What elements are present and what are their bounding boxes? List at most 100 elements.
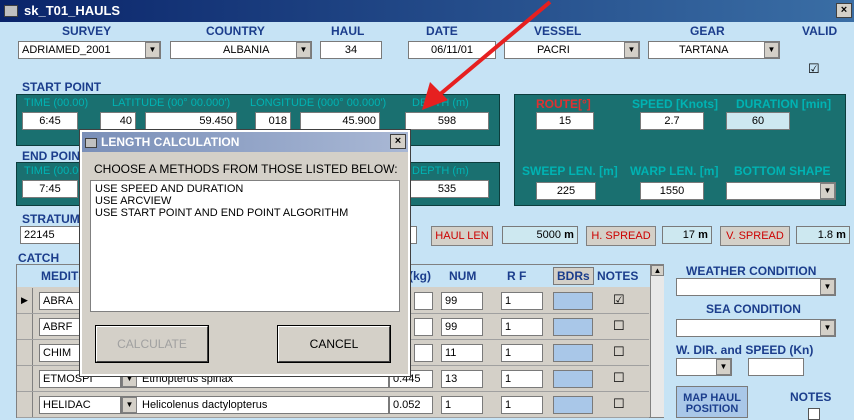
notes-checkbox[interactable]: ☐ xyxy=(613,318,625,334)
gear-select[interactable]: TARTANA ▼ xyxy=(648,41,780,59)
duration-input[interactable]: 60 xyxy=(726,112,790,130)
row-selector[interactable] xyxy=(17,340,33,365)
chevron-down-icon[interactable]: ▼ xyxy=(764,42,779,58)
rf-input[interactable]: 1 xyxy=(501,318,543,336)
medits-code[interactable]: HELIDAC xyxy=(39,396,121,414)
num-input[interactable]: 11 xyxy=(441,344,483,362)
survey-label: SURVEY xyxy=(62,24,112,38)
chevron-down-icon[interactable]: ▼ xyxy=(716,359,731,375)
table-row[interactable]: HELIDAC Helicolenus dactylopterus ▼ 0.052 1 1… xyxy=(17,392,649,418)
method-option[interactable]: USE SPEED AND DURATION xyxy=(95,183,395,195)
bdrs-button[interactable] xyxy=(553,370,593,388)
notes-label: NOTES xyxy=(790,390,832,404)
v-spread-value: 1.8 xyxy=(817,229,833,241)
num-input[interactable]: 99 xyxy=(441,318,483,336)
sweep-input[interactable]: 225 xyxy=(536,182,596,200)
chevron-down-icon[interactable]: ▼ xyxy=(820,320,835,336)
species-name[interactable]: Helicolenus dactylopterus ▼ xyxy=(121,396,389,414)
start-lat-label: LATITUDE (00° 00.000') xyxy=(112,97,231,109)
col-bdrs[interactable]: BDRs xyxy=(553,267,594,285)
start-lat-min-input[interactable]: 59.450 xyxy=(145,112,237,130)
chevron-down-icon[interactable]: ▼ xyxy=(296,42,311,58)
bdrs-button[interactable] xyxy=(553,292,593,310)
h-spread-display: 17 m xyxy=(662,226,712,244)
weight-input[interactable] xyxy=(414,344,433,362)
sweep-label: SWEEP LEN. [m] xyxy=(522,164,618,178)
rf-input[interactable]: 1 xyxy=(501,370,543,388)
weight-input[interactable] xyxy=(414,318,433,336)
start-lon-deg-input[interactable]: 018 xyxy=(255,112,291,130)
weather-select[interactable]: ▼ xyxy=(676,278,836,296)
cancel-button[interactable]: CANCEL xyxy=(277,325,391,363)
end-depth-label: DEPTH (m) xyxy=(412,165,469,177)
bdrs-button[interactable] xyxy=(553,318,593,336)
wind-dir-select[interactable]: ▼ xyxy=(676,358,732,376)
chevron-down-icon[interactable]: ▼ xyxy=(820,279,835,295)
country-label: COUNTRY xyxy=(206,24,265,38)
red-arrow-annotation xyxy=(422,0,552,110)
end-time-label: TIME (00.00) xyxy=(24,165,89,177)
h-spread-button[interactable]: H. SPREAD xyxy=(586,226,656,246)
notes-checkbox[interactable]: ☑ xyxy=(613,292,625,308)
end-depth-input[interactable]: 535 xyxy=(405,180,489,198)
num-input[interactable]: 1 xyxy=(441,396,483,414)
bottom-shape-select[interactable]: ▼ xyxy=(726,182,836,200)
haul-len-button[interactable]: HAUL LEN xyxy=(431,226,493,246)
weight-input[interactable] xyxy=(414,292,433,310)
row-selector[interactable] xyxy=(17,314,33,339)
chevron-down-icon[interactable]: ▼ xyxy=(145,42,160,58)
rf-input[interactable]: 1 xyxy=(501,344,543,362)
country-select[interactable]: ALBANIA ▼ xyxy=(170,41,312,59)
weight-input[interactable]: 0.052 xyxy=(389,396,433,414)
method-listbox[interactable]: USE SPEED AND DURATION USE ARCVIEW USE S… xyxy=(90,180,400,312)
end-time-input[interactable]: 7:45 xyxy=(22,180,78,198)
bottom-shape-label: BOTTOM SHAPE xyxy=(734,164,831,178)
scroll-up-icon[interactable]: ▲ xyxy=(651,265,664,276)
survey-value: ADRIAMED_2001 xyxy=(22,44,111,56)
stratum-label: STRATUM xyxy=(22,212,80,226)
chevron-down-icon[interactable]: ▼ xyxy=(624,42,639,58)
country-value: ALBANIA xyxy=(223,44,270,56)
row-selector[interactable] xyxy=(17,366,33,391)
speed-input[interactable]: 2.7 xyxy=(640,112,704,130)
row-selector[interactable]: ▶ xyxy=(17,288,33,313)
row-selector[interactable] xyxy=(17,392,33,417)
valid-checkbox[interactable]: ☑ xyxy=(808,61,820,77)
sea-select[interactable]: ▼ xyxy=(676,319,836,337)
chevron-down-icon[interactable]: ▼ xyxy=(122,397,137,413)
notes-checkbox[interactable]: ☐ xyxy=(613,396,625,412)
col-num: NUM xyxy=(449,269,477,283)
bdrs-button[interactable] xyxy=(553,344,593,362)
warp-input[interactable]: 1550 xyxy=(640,182,704,200)
haul-input[interactable]: 34 xyxy=(320,41,382,59)
rf-input[interactable]: 1 xyxy=(501,292,543,310)
calculate-button[interactable]: CALCULATE xyxy=(95,325,209,363)
num-input[interactable]: 13 xyxy=(441,370,483,388)
map-haul-position-button[interactable]: MAP HAUL POSITION xyxy=(676,386,748,418)
method-option[interactable]: USE ARCVIEW xyxy=(95,195,395,207)
wind-speed-input[interactable] xyxy=(748,358,804,376)
weather-label: WEATHER CONDITION xyxy=(686,264,817,278)
duration-label: DURATION [min] xyxy=(736,97,832,111)
start-time-input[interactable]: 6:45 xyxy=(22,112,78,130)
window-close-button[interactable]: × xyxy=(836,3,852,18)
bdrs-button[interactable] xyxy=(553,396,593,414)
speed-label: SPEED [Knots] xyxy=(632,97,719,111)
num-input[interactable]: 99 xyxy=(441,292,483,310)
grid-scrollbar[interactable]: ▲ xyxy=(650,265,664,417)
valid-label: VALID xyxy=(802,24,838,38)
notes-checkbox[interactable] xyxy=(808,408,820,420)
method-option[interactable]: USE START POINT AND END POINT ALGORITHM xyxy=(95,207,395,219)
notes-checkbox[interactable]: ☐ xyxy=(613,370,625,386)
dialog-icon xyxy=(85,137,97,148)
start-lat-deg-input[interactable]: 40 xyxy=(100,112,136,130)
v-spread-button[interactable]: V. SPREAD xyxy=(720,226,790,246)
survey-select[interactable]: ADRIAMED_2001 ▼ xyxy=(18,41,161,59)
start-lon-min-input[interactable]: 45.900 xyxy=(300,112,380,130)
start-time-label: TIME (00.00) xyxy=(24,97,89,109)
rf-input[interactable]: 1 xyxy=(501,396,543,414)
dialog-title-bar: LENGTH CALCULATION × xyxy=(82,132,408,152)
notes-checkbox[interactable]: ☐ xyxy=(613,344,625,360)
arrow-head xyxy=(422,82,448,110)
chevron-down-icon[interactable]: ▼ xyxy=(820,183,835,199)
